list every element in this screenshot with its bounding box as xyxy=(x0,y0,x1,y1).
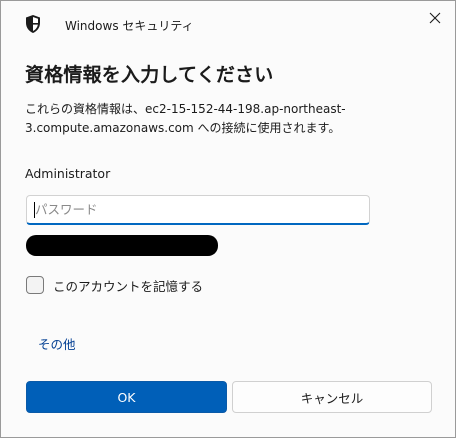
close-button[interactable] xyxy=(415,1,455,35)
cancel-button[interactable]: キャンセル xyxy=(232,381,432,413)
remember-account-option[interactable]: このアカウントを記憶する xyxy=(26,275,203,295)
credentials-dialog: Windows セキュリティ 資格情報を入力してください これらの資格情報は、e… xyxy=(0,0,456,438)
dialog-heading: 資格情報を入力してください xyxy=(25,64,274,86)
titlebar: Windows セキュリティ xyxy=(1,1,455,41)
ok-button[interactable]: OK xyxy=(26,381,227,413)
remember-label: このアカウントを記憶する xyxy=(53,278,204,294)
shield-icon xyxy=(26,15,40,33)
connection-description: これらの資格情報は、ec2-15-152-44-198.ap-northeast… xyxy=(25,102,346,135)
redacted-text xyxy=(26,235,218,256)
remember-checkbox[interactable] xyxy=(26,276,44,294)
app-title: Windows セキュリティ xyxy=(65,19,194,33)
password-input[interactable] xyxy=(26,195,370,225)
close-icon xyxy=(429,12,441,24)
more-choices-link[interactable]: その他 xyxy=(38,334,76,353)
text-caret xyxy=(34,202,35,218)
username-label: Administrator xyxy=(25,166,111,181)
